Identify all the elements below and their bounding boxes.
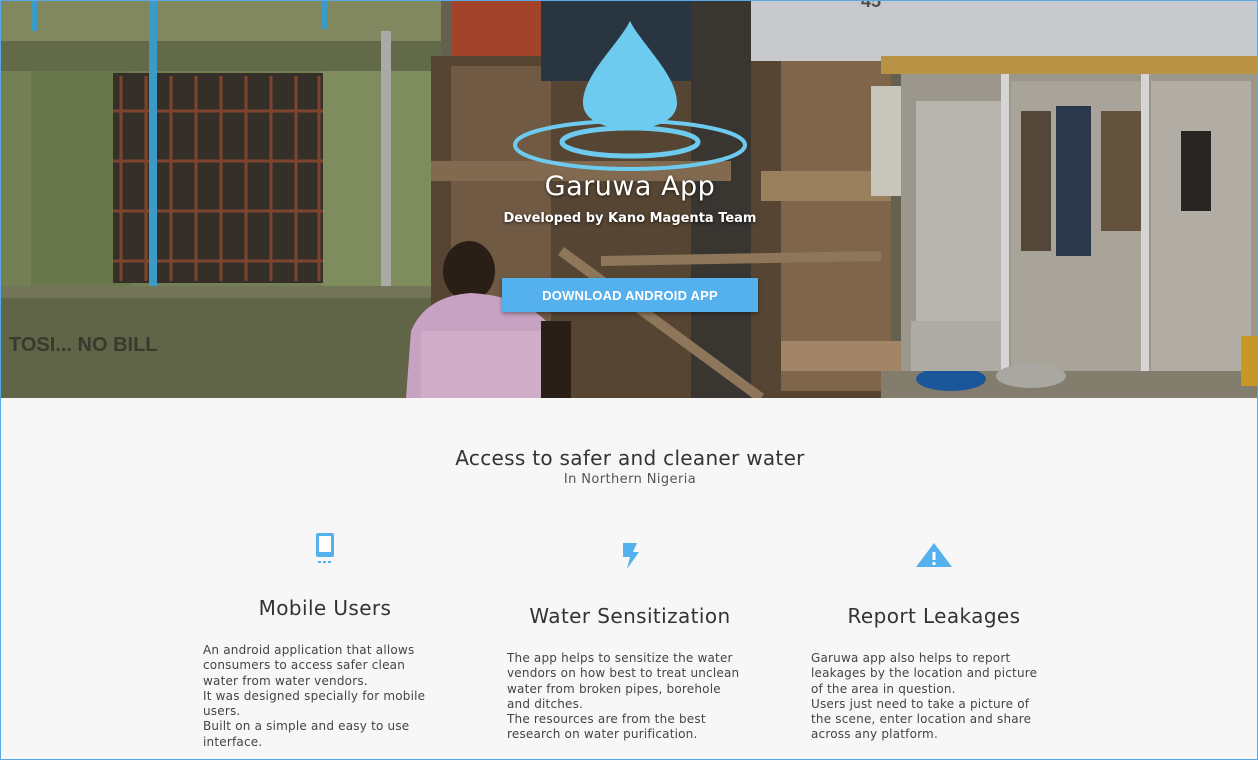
- mobile-phone-icon: [316, 533, 334, 563]
- hero-section: TOSI... NO BILL 45: [1, 1, 1257, 398]
- feature-description-line: interface.: [203, 734, 263, 749]
- download-android-app-button[interactable]: DOWNLOAD ANDROID APP: [502, 278, 758, 312]
- feature-description-line: water from broken pipes, borehole: [507, 681, 721, 696]
- lightning-bolt-icon: [623, 543, 639, 569]
- feature-description-line: An android application that allows: [203, 643, 415, 657]
- feature-description: The app helps to sensitize the water ven…: [507, 651, 757, 743]
- feature-description-line: research on water purification.: [507, 727, 698, 742]
- feature-description-line: consumers to access safer clean: [203, 658, 406, 673]
- feature-title: Mobile Users: [258, 596, 392, 620]
- feature-description-line: It was designed specially for mobile: [203, 688, 426, 703]
- water-drop-icon: [513, 21, 747, 171]
- feature-description-line: Users just need to take a picture of: [811, 696, 1030, 711]
- feature-description-line: across any platform.: [811, 727, 938, 742]
- page-frame: TOSI... NO BILL 45: [0, 0, 1258, 760]
- feature-description-line: The resources are from the best: [507, 712, 706, 727]
- warning-icon: [916, 543, 952, 567]
- feature-description-line: Built on a simple and easy to use: [203, 719, 410, 734]
- feature-description-line: of the area in question.: [811, 681, 956, 696]
- app-subtitle: Developed by Kano Magenta Team: [503, 211, 757, 226]
- feature-description: Garuwa app also helps to report leakages…: [811, 651, 1061, 743]
- section-title: Access to safer and cleaner water: [455, 446, 805, 470]
- feature-description-line: the scene, enter location and share: [811, 712, 1032, 727]
- feature-description-line: leakages by the location and picture: [811, 666, 1038, 681]
- feature-description-line: users.: [203, 704, 241, 719]
- app-title: Garuwa App: [544, 171, 716, 202]
- section-subtitle: In Northern Nigeria: [563, 472, 697, 487]
- feature-description-line: Garuwa app also helps to report: [811, 651, 1011, 665]
- feature-title: Water Sensitization: [529, 604, 731, 628]
- feature-description-line: The app helps to sensitize the water: [507, 651, 733, 665]
- feature-title: Report Leakages: [847, 604, 1021, 628]
- feature-description: An android application that allows consu…: [203, 643, 453, 750]
- feature-description-line: water from water vendors.: [203, 673, 368, 688]
- feature-description-line: and ditches.: [507, 696, 584, 711]
- feature-description-line: vendors on how best to treat unclean: [507, 666, 740, 681]
